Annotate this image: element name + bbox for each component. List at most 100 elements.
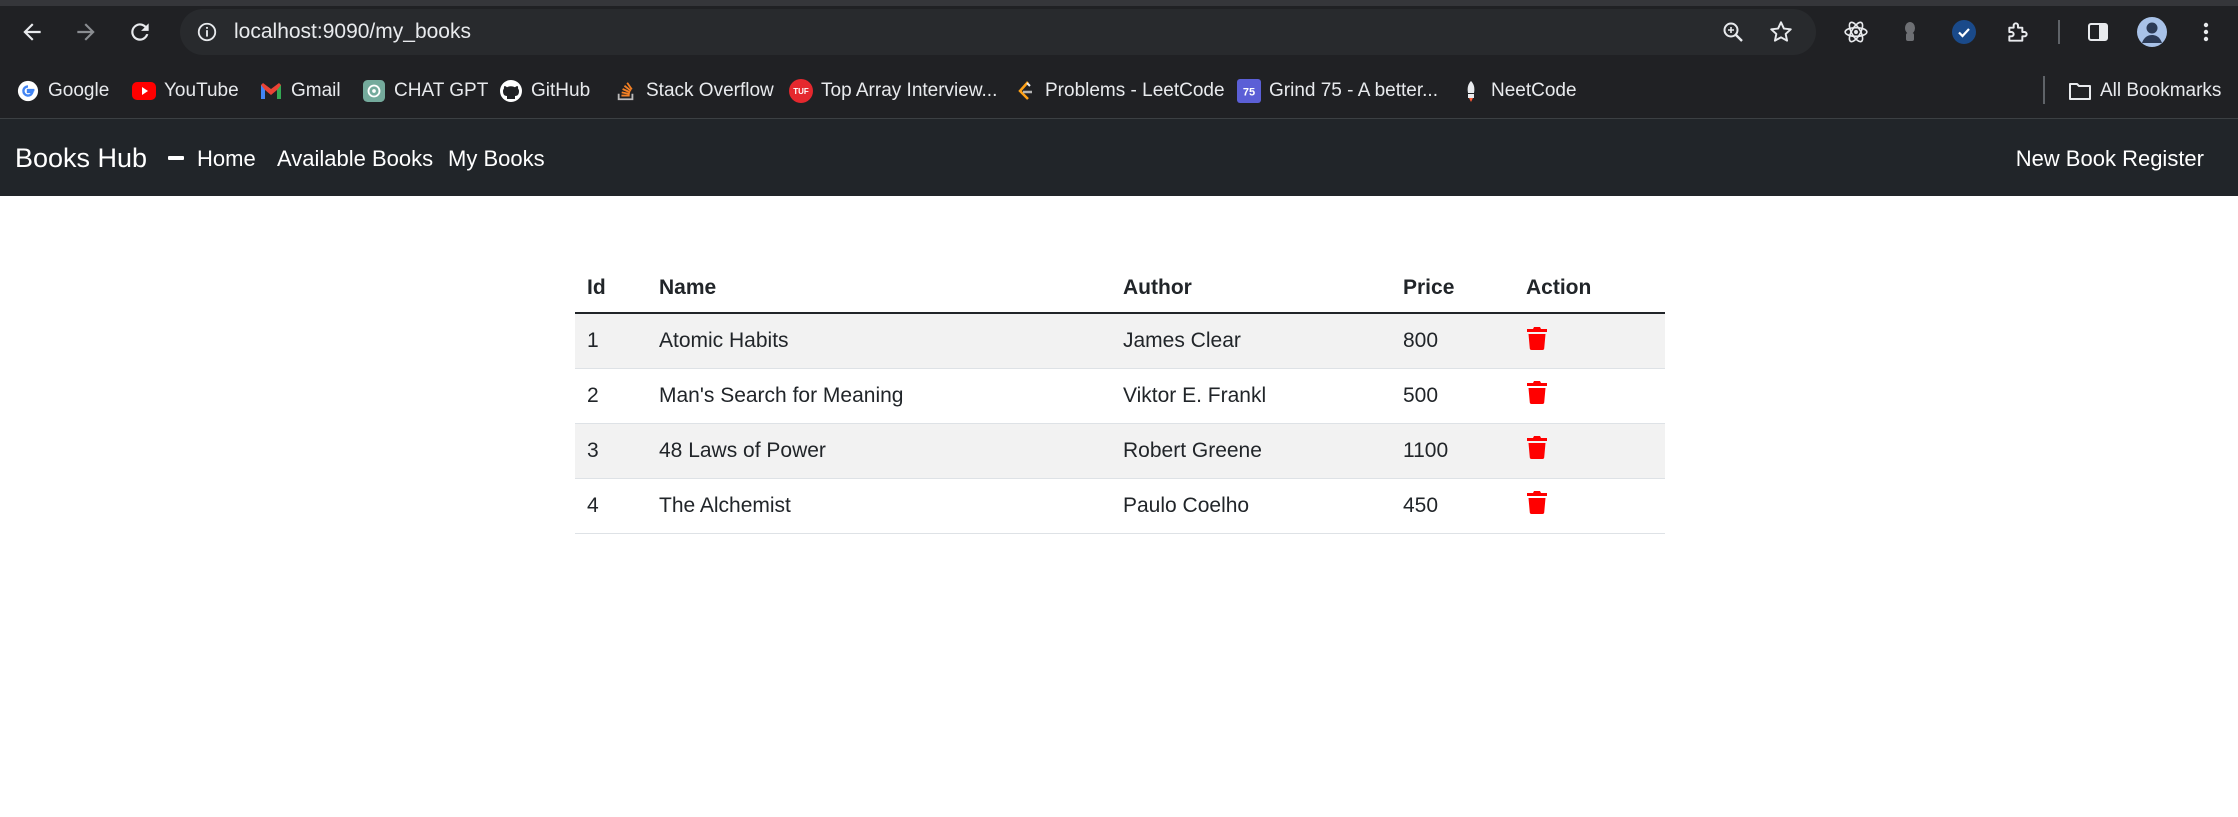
cell-action xyxy=(1514,478,1665,534)
trash-icon xyxy=(1527,491,1547,515)
cell-name: Atomic Habits xyxy=(647,313,1111,369)
reload-button[interactable] xyxy=(122,14,158,50)
cell-name: The Alchemist xyxy=(647,478,1111,534)
cell-author: James Clear xyxy=(1111,313,1391,369)
delete-button[interactable] xyxy=(1526,491,1548,515)
bookmark-youtube[interactable]: YouTube xyxy=(132,77,239,105)
bookmark-grind75[interactable]: 75 Grind 75 - A better... xyxy=(1237,77,1438,105)
url-text[interactable]: localhost:9090/my_books xyxy=(234,20,471,44)
trash-icon xyxy=(1527,381,1547,405)
cell-price: 800 xyxy=(1391,313,1514,369)
grind75-badge-text: 75 xyxy=(1243,87,1255,99)
bookmark-gmail[interactable]: Gmail xyxy=(259,77,341,105)
cell-author: Paulo Coelho xyxy=(1111,478,1391,534)
address-bar[interactable]: localhost:9090/my_books xyxy=(180,9,1816,55)
table-header-row: Id Name Author Price Action xyxy=(575,263,1665,314)
chatgpt-icon xyxy=(362,79,386,103)
extension-check-icon[interactable] xyxy=(1948,16,1980,48)
my-books-table: Id Name Author Price Action 1 Atomic Hab… xyxy=(575,263,1665,534)
github-icon xyxy=(499,79,523,103)
header-name: Name xyxy=(647,263,1111,314)
cell-action xyxy=(1514,313,1665,369)
nav-new-book-register-link[interactable]: New Book Register xyxy=(2016,146,2204,172)
nav-home-link[interactable]: Home xyxy=(197,146,256,172)
delete-button[interactable] xyxy=(1526,381,1548,405)
bookmark-leetcode[interactable]: Problems - LeetCode xyxy=(1013,77,1225,105)
brand-logo-text[interactable]: Books Hub xyxy=(15,143,147,174)
bookmarks-divider xyxy=(2043,76,2045,104)
bookmark-label: CHAT GPT xyxy=(394,80,489,101)
all-bookmarks-folder[interactable]: All Bookmarks xyxy=(2068,77,2221,105)
zoom-icon[interactable] xyxy=(1718,17,1748,47)
bookmark-label: Problems - LeetCode xyxy=(1045,80,1225,101)
more-menu-icon[interactable] xyxy=(2190,16,2222,48)
bookmark-neetcode[interactable]: NeetCode xyxy=(1459,77,1577,105)
back-arrow-icon xyxy=(23,23,41,41)
cell-action xyxy=(1514,368,1665,424)
delete-button[interactable] xyxy=(1526,326,1548,350)
bookmarks-bar: Google YouTube Gmail CHAT GPT GitHub Sta… xyxy=(0,64,2238,119)
cell-id: 2 xyxy=(575,368,647,424)
table-row: 3 48 Laws of Power Robert Greene 1100 xyxy=(575,423,1665,479)
tuf-badge-text: TUF xyxy=(793,87,809,96)
bookmark-label: Google xyxy=(48,80,110,101)
neetcode-icon xyxy=(1459,79,1483,103)
bookmark-label: NeetCode xyxy=(1491,80,1577,101)
reload-icon xyxy=(131,23,149,41)
all-bookmarks-label: All Bookmarks xyxy=(2100,80,2222,101)
cell-action xyxy=(1514,423,1665,479)
react-devtools-icon[interactable] xyxy=(1840,16,1872,48)
header-price: Price xyxy=(1391,263,1514,314)
nav-my-books-link[interactable]: My Books xyxy=(448,146,545,172)
back-button[interactable] xyxy=(14,14,50,50)
app-navbar: Books Hub Home Available Books My Books … xyxy=(0,119,2238,196)
tuf-icon: TUF xyxy=(789,79,813,103)
table-row: 1 Atomic Habits James Clear 800 xyxy=(575,313,1665,369)
cell-author: Robert Greene xyxy=(1111,423,1391,479)
bookmark-label: Gmail xyxy=(291,80,341,101)
youtube-icon xyxy=(132,79,156,103)
site-info-icon[interactable] xyxy=(192,17,222,47)
bookmark-label: YouTube xyxy=(164,80,239,101)
toolbar-divider xyxy=(2058,20,2060,44)
bookmark-label: Top Array Interview... xyxy=(821,80,998,101)
trash-icon xyxy=(1527,326,1547,350)
side-panel-icon[interactable] xyxy=(2082,16,2114,48)
cell-id: 4 xyxy=(575,478,647,534)
bookmark-tuf[interactable]: TUF Top Array Interview... xyxy=(789,77,997,105)
delete-button[interactable] xyxy=(1526,436,1548,460)
gmail-icon xyxy=(259,79,283,103)
bookmark-github[interactable]: GitHub xyxy=(499,77,590,105)
profile-avatar[interactable] xyxy=(2136,16,2168,48)
extension-bulb-icon[interactable] xyxy=(1894,16,1926,48)
cell-price: 1100 xyxy=(1391,423,1514,479)
extensions-puzzle-icon[interactable] xyxy=(2002,16,2034,48)
header-id: Id xyxy=(575,263,647,314)
stackoverflow-icon xyxy=(614,79,638,103)
tab-strip xyxy=(0,0,2238,6)
bookmark-google[interactable]: Google xyxy=(16,77,109,105)
table-row: 4 The Alchemist Paulo Coelho 450 xyxy=(575,478,1665,534)
cell-name: 48 Laws of Power xyxy=(647,423,1111,479)
bookmark-label: GitHub xyxy=(531,80,591,101)
grind75-icon: 75 xyxy=(1237,79,1261,103)
bookmark-stackoverflow[interactable]: Stack Overflow xyxy=(614,77,774,105)
nav-available-books-link[interactable]: Available Books xyxy=(277,146,433,172)
leetcode-icon xyxy=(1013,79,1037,103)
bookmark-chatgpt[interactable]: CHAT GPT xyxy=(362,77,488,105)
nav-dash-marker xyxy=(168,156,184,160)
table-row: 2 Man's Search for Meaning Viktor E. Fra… xyxy=(575,368,1665,424)
bookmark-star-icon[interactable] xyxy=(1766,17,1796,47)
cell-id: 1 xyxy=(575,313,647,369)
browser-toolbar: localhost:9090/my_books xyxy=(0,0,2238,64)
bookmark-label: Grind 75 - A better... xyxy=(1269,80,1438,101)
cell-price: 500 xyxy=(1391,368,1514,424)
bookmark-label: Stack Overflow xyxy=(646,80,774,101)
google-icon xyxy=(16,79,40,103)
cell-id: 3 xyxy=(575,423,647,479)
header-action: Action xyxy=(1514,263,1665,314)
trash-icon xyxy=(1527,436,1547,460)
cell-price: 450 xyxy=(1391,478,1514,534)
forward-button[interactable] xyxy=(68,14,104,50)
folder-icon xyxy=(2068,79,2092,103)
